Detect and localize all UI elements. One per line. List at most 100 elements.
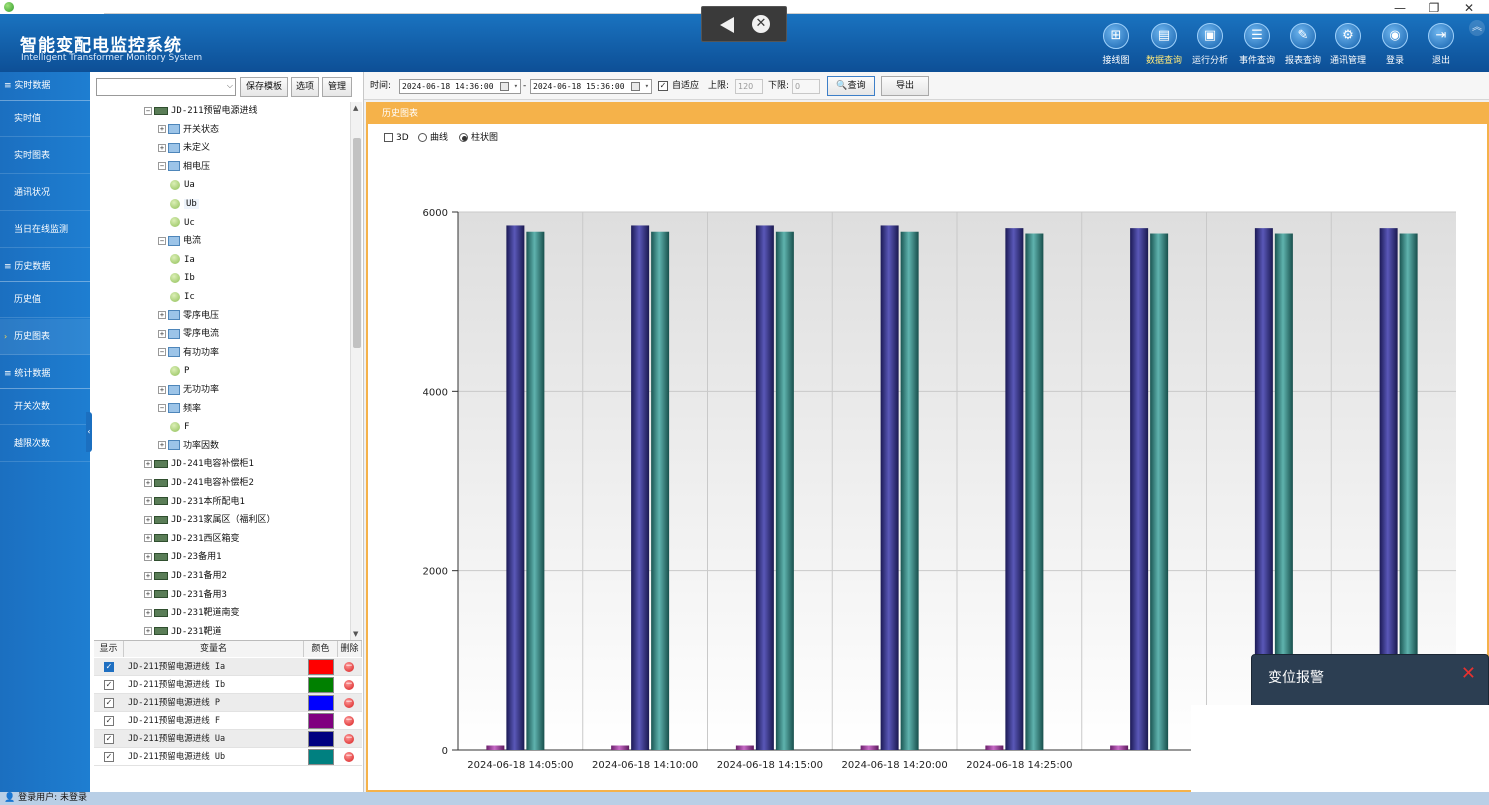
expand-icon[interactable]: +	[158, 441, 166, 450]
close-overlay-icon[interactable]: ✕	[752, 15, 770, 33]
tree-node[interactable]: + JD-23备用1	[144, 548, 222, 566]
scroll-down-icon[interactable]: ▼	[353, 630, 358, 638]
sidebar-group[interactable]: ≡ 统计数据	[0, 360, 90, 389]
table-row[interactable]: ✓ JD-211预留电源进线 F −	[94, 712, 362, 730]
close-icon[interactable]: ✕	[1461, 665, 1476, 683]
color-swatch[interactable]	[308, 659, 334, 675]
expand-icon[interactable]: +	[158, 385, 166, 394]
delete-icon[interactable]: −	[344, 698, 354, 708]
delete-icon[interactable]: −	[344, 662, 354, 672]
tree-leaf[interactable]: Ic	[170, 288, 195, 306]
radio-curve[interactable]	[418, 133, 427, 142]
scroll-up-icon[interactable]: ▲	[353, 104, 358, 112]
tree-node[interactable]: + JD-231备用2	[144, 567, 227, 585]
tree-leaf[interactable]: Ia	[170, 251, 195, 269]
collapse-icon[interactable]: −	[158, 404, 166, 413]
expand-icon[interactable]: +	[144, 497, 152, 506]
delete-icon[interactable]: −	[344, 734, 354, 744]
end-time-picker[interactable]: 2024-06-18 15:36:00 ▾	[530, 79, 652, 94]
expand-icon[interactable]: +	[144, 534, 152, 543]
collapse-icon[interactable]: −	[158, 348, 166, 357]
sidebar-item[interactable]: 通讯状况	[0, 175, 90, 211]
expand-icon[interactable]: +	[144, 608, 152, 617]
delete-icon[interactable]: −	[344, 752, 354, 762]
nav-comm[interactable]: ⚙ 通讯管理	[1325, 22, 1371, 74]
auto-fit-checkbox[interactable]: ✓	[658, 81, 668, 91]
sidebar-item[interactable]: 历史值	[0, 282, 90, 318]
checkbox-3d[interactable]	[384, 133, 393, 142]
tree-node[interactable]: + 功率因数	[158, 437, 219, 455]
expand-icon[interactable]: +	[158, 143, 166, 152]
tree-node[interactable]: − 相电压	[158, 158, 210, 176]
tree-node[interactable]: + 开关状态	[158, 121, 219, 139]
playback-icon[interactable]	[720, 17, 734, 33]
tree-node[interactable]: + 无功功率	[158, 381, 219, 399]
save-template-button[interactable]: 保存模板	[240, 77, 288, 97]
tree-node[interactable]: + JD-231家属区（福利区）	[144, 511, 276, 529]
sidebar-item[interactable]: 当日在线监测	[0, 212, 90, 248]
tree-node[interactable]: − 频率	[158, 400, 201, 418]
table-row[interactable]: ✓ JD-211预留电源进线 Ub −	[94, 748, 362, 766]
query-button[interactable]: 🔍查询	[827, 76, 875, 96]
nav-data-query[interactable]: ▤ 数据查询	[1141, 22, 1187, 74]
tree-leaf[interactable]: P	[170, 362, 189, 380]
color-swatch[interactable]	[308, 731, 334, 747]
expand-icon[interactable]: +	[144, 571, 152, 580]
show-checkbox[interactable]: ✓	[104, 734, 114, 744]
sidebar-group[interactable]: ≡ 历史数据	[0, 253, 90, 282]
nav-analysis[interactable]: ▣ 运行分析	[1187, 22, 1233, 74]
expand-icon[interactable]: +	[158, 311, 166, 320]
show-checkbox[interactable]: ✓	[104, 716, 114, 726]
radio-bar[interactable]	[459, 133, 468, 142]
delete-icon[interactable]: −	[344, 680, 354, 690]
tree-node[interactable]: − 有功功率	[158, 344, 219, 362]
tree-leaf[interactable]: F	[170, 418, 189, 436]
sidebar-item[interactable]: 实时值	[0, 101, 90, 137]
option-3d[interactable]: 3D	[384, 132, 409, 144]
option-curve[interactable]: 曲线	[418, 132, 448, 144]
tree-node[interactable]: − JD-211预留电源进线	[144, 102, 258, 120]
tree-leaf[interactable]: Ub	[170, 195, 199, 213]
expand-icon[interactable]: +	[144, 478, 152, 487]
nav-report[interactable]: ✎ 报表查询	[1280, 22, 1326, 74]
export-button[interactable]: 导出	[881, 76, 929, 96]
tree-node[interactable]: + JD-241电容补偿柜1	[144, 455, 254, 473]
tree-leaf[interactable]: Ib	[170, 269, 195, 287]
tree-node[interactable]: + JD-231本所配电1	[144, 493, 245, 511]
expand-icon[interactable]: +	[144, 459, 152, 468]
color-swatch[interactable]	[308, 749, 334, 765]
tree-node[interactable]: − 电流	[158, 232, 201, 250]
color-swatch[interactable]	[308, 695, 334, 711]
table-row[interactable]: ✓ JD-211预留电源进线 P −	[94, 694, 362, 712]
color-swatch[interactable]	[308, 677, 334, 693]
sidebar-item[interactable]: 越限次数	[0, 426, 90, 462]
collapse-icon[interactable]: −	[158, 162, 166, 171]
option-bar[interactable]: 柱状图	[459, 132, 498, 144]
table-row[interactable]: ✓ JD-211预留电源进线 Ia −	[94, 658, 362, 676]
tree-node[interactable]: + JD-231备用3	[144, 586, 227, 604]
options-button[interactable]: 选项	[291, 77, 319, 97]
nav-diagram[interactable]: ⊞ 接线图	[1093, 22, 1139, 74]
template-select[interactable]: ⌵	[96, 78, 236, 96]
tree-node[interactable]: + 未定义	[158, 139, 210, 157]
tree-node[interactable]: + 零序电压	[158, 307, 219, 325]
delete-icon[interactable]: −	[344, 716, 354, 726]
nav-event[interactable]: ☰ 事件查询	[1234, 22, 1280, 74]
sidebar-group[interactable]: ≡ 实时数据	[0, 72, 90, 101]
scroll-thumb[interactable]	[353, 138, 361, 348]
nav-exit[interactable]: ⇥ 退出	[1418, 22, 1464, 74]
tree-node[interactable]: + JD-231西区箱变	[144, 530, 240, 548]
start-time-picker[interactable]: 2024-06-18 14:36:00 ▾	[399, 79, 521, 94]
lower-limit-input[interactable]: 0	[792, 79, 820, 94]
table-row[interactable]: ✓ JD-211预留电源进线 Ib −	[94, 676, 362, 694]
sidebar-item[interactable]: 开关次数	[0, 389, 90, 425]
upper-limit-input[interactable]: 120	[735, 79, 763, 94]
manage-button[interactable]: 管理	[322, 77, 352, 97]
tree-leaf[interactable]: Ua	[170, 176, 195, 194]
expand-icon[interactable]: +	[158, 329, 166, 338]
tree-node[interactable]: + 零序电流	[158, 325, 219, 343]
sidebar-item[interactable]: 实时图表	[0, 138, 90, 174]
nav-login[interactable]: ◉ 登录	[1372, 22, 1418, 74]
sidebar-item[interactable]: › 历史图表	[0, 319, 90, 355]
expand-icon[interactable]: +	[144, 590, 152, 599]
